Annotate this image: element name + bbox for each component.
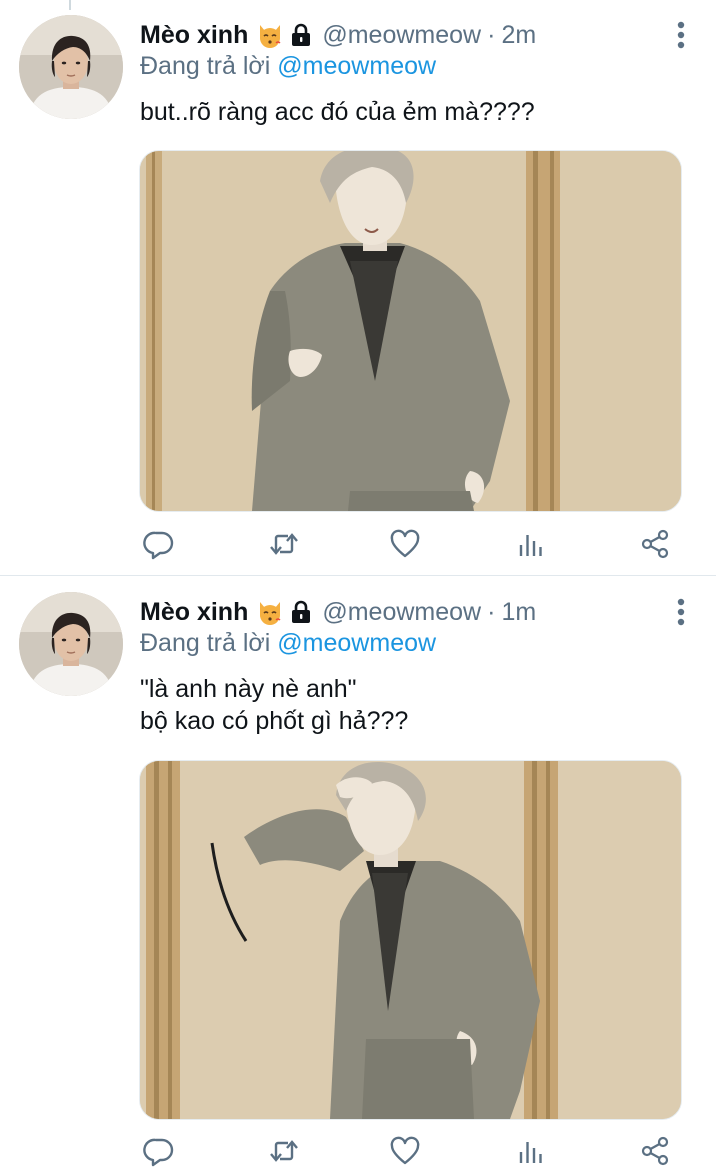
share-button[interactable] bbox=[635, 1131, 675, 1171]
handle[interactable]: @meowmeow bbox=[322, 21, 481, 50]
tweet-text-line: bộ kao có phốt gì hả??? bbox=[140, 707, 409, 735]
comic-illustration bbox=[140, 151, 681, 511]
tweet[interactable]: Mèo xinh @meowmeow · 1m Đang trả lời @me… bbox=[0, 577, 716, 1172]
reply-prefix: Đang trả lời bbox=[140, 629, 271, 657]
tweet-image[interactable] bbox=[139, 760, 682, 1120]
analytics-button[interactable] bbox=[511, 524, 551, 564]
replying-to: Đang trả lời @meowmeow bbox=[140, 629, 436, 658]
retweet-button[interactable] bbox=[264, 1131, 304, 1171]
share-icon bbox=[639, 528, 671, 560]
analytics-button[interactable] bbox=[511, 1131, 551, 1171]
timestamp[interactable]: 1m bbox=[501, 598, 536, 627]
action-bar bbox=[139, 1131, 679, 1171]
like-button[interactable] bbox=[385, 524, 425, 564]
reply-button[interactable] bbox=[139, 524, 179, 564]
tweet-text-line: but..rõ ràng acc đó của ẻm mà???? bbox=[140, 98, 535, 126]
kissing-cat-emoji-icon bbox=[256, 598, 284, 626]
reply-button[interactable] bbox=[139, 1131, 179, 1171]
retweet-button[interactable] bbox=[264, 524, 304, 564]
action-bar bbox=[139, 524, 679, 564]
avatar[interactable] bbox=[19, 15, 123, 119]
lock-icon bbox=[290, 600, 312, 624]
tweet-header: Mèo xinh @meowmeow · 2m bbox=[140, 18, 536, 52]
retweet-icon bbox=[268, 1135, 300, 1167]
display-name[interactable]: Mèo xinh bbox=[140, 598, 248, 627]
replying-to: Đang trả lời @meowmeow bbox=[140, 52, 436, 81]
share-button[interactable] bbox=[635, 524, 675, 564]
handle[interactable]: @meowmeow bbox=[322, 598, 481, 627]
reply-icon bbox=[143, 528, 175, 560]
analytics-icon bbox=[515, 1135, 547, 1167]
like-icon bbox=[389, 528, 421, 560]
separator: · bbox=[487, 597, 496, 626]
reply-prefix: Đang trả lời bbox=[140, 52, 271, 80]
more-icon[interactable] bbox=[676, 20, 686, 50]
like-button[interactable] bbox=[385, 1131, 425, 1171]
tweet-text: but..rõ ràng acc đó của ẻm mà???? bbox=[140, 96, 535, 128]
tweet-divider bbox=[0, 575, 716, 576]
comic-illustration bbox=[140, 761, 681, 1119]
share-icon bbox=[639, 1135, 671, 1167]
tweet-image[interactable] bbox=[139, 150, 682, 512]
kissing-cat-emoji-icon bbox=[256, 21, 284, 49]
like-icon bbox=[389, 1135, 421, 1167]
retweet-icon bbox=[268, 528, 300, 560]
tweet[interactable]: Mèo xinh @meowmeow · 2m Đang trả lời @me… bbox=[0, 0, 716, 576]
tweet-text: "là anh này nè anh" bộ kao có phốt gì hả… bbox=[140, 673, 408, 737]
more-icon[interactable] bbox=[676, 597, 686, 627]
tweet-text-line: "là anh này nè anh" bbox=[140, 675, 357, 703]
analytics-icon bbox=[515, 528, 547, 560]
tweet-header: Mèo xinh @meowmeow · 1m bbox=[140, 595, 536, 629]
timestamp[interactable]: 2m bbox=[501, 21, 536, 50]
display-name[interactable]: Mèo xinh bbox=[140, 21, 248, 50]
reply-mention-link[interactable]: @meowmeow bbox=[277, 52, 436, 80]
reply-icon bbox=[143, 1135, 175, 1167]
reply-mention-link[interactable]: @meowmeow bbox=[277, 629, 436, 657]
separator: · bbox=[487, 20, 496, 49]
lock-icon bbox=[290, 23, 312, 47]
avatar[interactable] bbox=[19, 592, 123, 696]
